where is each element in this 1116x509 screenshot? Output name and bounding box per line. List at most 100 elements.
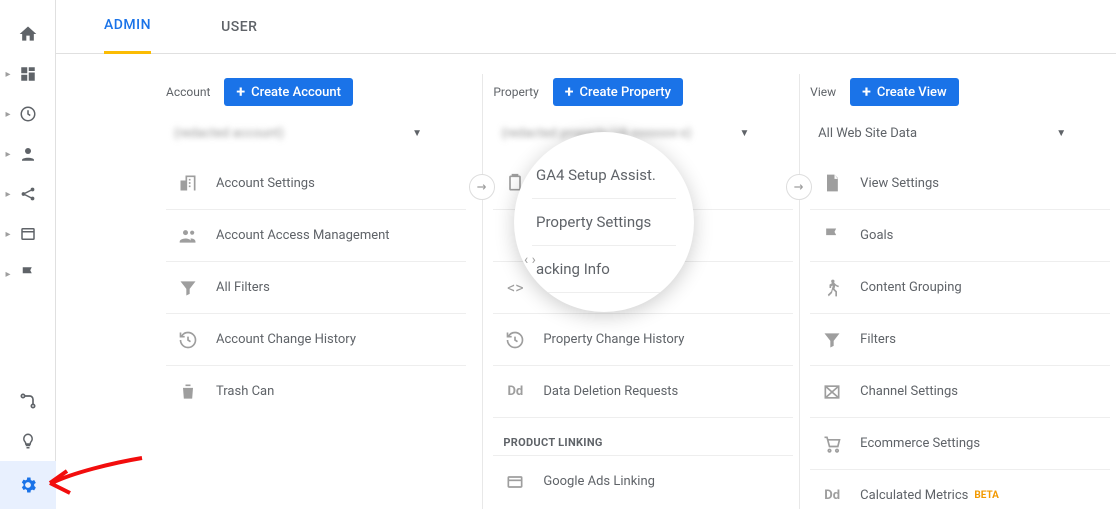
nav-attribution[interactable] (0, 381, 56, 421)
lens-row: Property Settings (532, 199, 676, 246)
person-walk-icon (820, 276, 844, 300)
dd-icon: Dd (820, 484, 844, 508)
trash-icon (176, 380, 200, 404)
create-account-button[interactable]: + Create Account (224, 78, 353, 106)
tab-admin[interactable]: ADMIN (104, 0, 151, 54)
all-filters[interactable]: All Filters (166, 261, 466, 313)
chevron-down-icon: ▼ (412, 128, 422, 139)
goals[interactable]: Goals (810, 209, 1110, 261)
nav-conversions[interactable]: ▸ (0, 254, 56, 294)
tab-bar: ADMIN USER (56, 0, 1116, 54)
chevron-down-icon: ▼ (739, 128, 749, 139)
clock-icon (19, 105, 37, 123)
menuitem-label: Filters (860, 332, 896, 347)
create-view-label: Create View (877, 85, 947, 100)
plus-icon: + (236, 84, 245, 100)
menuitem-label: Calculated Metrics (860, 488, 968, 503)
people-icon (176, 224, 200, 248)
content-grouping[interactable]: Content Grouping (810, 261, 1110, 313)
menuitem-label: Trash Can (216, 384, 274, 399)
view-filters[interactable]: Filters (810, 313, 1110, 365)
account-label: Account (166, 85, 210, 99)
nav-discover[interactable] (0, 421, 56, 461)
path-icon (18, 391, 38, 411)
home-icon (18, 24, 38, 44)
trash-can[interactable]: Trash Can (166, 365, 466, 417)
cart-icon (820, 432, 844, 456)
nav-home[interactable] (0, 14, 56, 54)
magnifier-annotation: GA4 Setup Assist. Property Settings acki… (514, 132, 694, 312)
nav-audience[interactable]: ▸ (0, 134, 56, 174)
swap-icon (792, 180, 806, 194)
account-access-management[interactable]: Account Access Management (166, 209, 466, 261)
menuitem-label: Account Change History (216, 332, 356, 347)
lens-row: acking Info (532, 246, 676, 293)
view-dropdown[interactable]: All Web Site Data ▼ (810, 120, 1070, 147)
product-linking-label: PRODUCT LINKING (493, 417, 793, 455)
swap-account-property-button[interactable] (469, 174, 495, 200)
account-dropdown[interactable]: (redacted account) ▼ (166, 120, 426, 147)
menuitem-label: All Filters (216, 280, 270, 295)
property-label: Property (493, 85, 538, 99)
file-icon (820, 171, 844, 195)
caret-right-icon: ▸ (6, 269, 11, 280)
menuitem-label: Ecommerce Settings (860, 436, 980, 451)
menuitem-label: Goals (860, 228, 893, 243)
menuitem-label: Account Settings (216, 176, 315, 191)
history-icon (503, 328, 527, 352)
account-column: Account + Create Account (redacted accou… (166, 74, 482, 509)
nav-acquisition[interactable]: ▸ (0, 174, 56, 214)
view-dropdown-value: All Web Site Data (818, 126, 917, 141)
create-view-button[interactable]: + Create View (850, 78, 959, 106)
caret-right-icon: ▸ (6, 69, 11, 80)
view-label: View (810, 85, 836, 99)
channel-icon (820, 380, 844, 404)
account-settings[interactable]: Account Settings (166, 157, 466, 209)
chevron-down-icon: ▼ (1056, 128, 1066, 139)
code-icon: <> (503, 276, 527, 300)
create-account-label: Create Account (251, 85, 341, 100)
lens-row: GA4 Setup Assist. (532, 152, 676, 199)
menuitem-label: Property Change History (543, 332, 684, 347)
channel-settings[interactable]: Channel Settings (810, 365, 1110, 417)
building-icon (176, 171, 200, 195)
flag-icon (820, 224, 844, 248)
swap-property-view-button[interactable] (786, 174, 812, 200)
menuitem-label: Account Access Management (216, 228, 390, 243)
caret-right-icon: ▸ (6, 189, 11, 200)
funnel-icon (820, 328, 844, 352)
nav-realtime[interactable]: ▸ (0, 94, 56, 134)
bulb-icon (19, 432, 37, 450)
tab-user[interactable]: USER (221, 0, 257, 54)
menuitem-label: Channel Settings (860, 384, 958, 399)
data-deletion-requests[interactable]: Dd Data Deletion Requests (493, 365, 793, 417)
view-settings[interactable]: View Settings (810, 157, 1110, 209)
nav-customize[interactable]: ▸ (0, 54, 56, 94)
menuitem-label: Content Grouping (860, 280, 962, 295)
person-icon (19, 145, 37, 163)
swap-icon (475, 180, 489, 194)
lens-arrows-icon: ‹ › (524, 252, 536, 268)
ecommerce-settings[interactable]: Ecommerce Settings (810, 417, 1110, 469)
menuitem-label: Google Ads Linking (543, 474, 655, 489)
caret-right-icon: ▸ (6, 229, 11, 240)
account-change-history[interactable]: Account Change History (166, 313, 466, 365)
create-property-button[interactable]: + Create Property (553, 78, 683, 106)
plus-icon: + (565, 84, 574, 100)
flag-icon (19, 265, 37, 283)
calculated-metrics[interactable]: Dd Calculated Metrics BETA (810, 469, 1110, 509)
nav-admin[interactable] (0, 461, 56, 509)
plus-icon: + (862, 84, 871, 100)
left-nav: ▸ ▸ ▸ ▸ ▸ ▸ (0, 0, 56, 509)
beta-badge: BETA (974, 490, 999, 501)
google-ads-linking[interactable]: Google Ads Linking (493, 455, 793, 507)
gear-icon (18, 475, 38, 495)
funnel-icon (176, 276, 200, 300)
history-icon (176, 328, 200, 352)
caret-right-icon: ▸ (6, 149, 11, 160)
nav-behavior[interactable]: ▸ (0, 214, 56, 254)
view-column: View + Create View All Web Site Data ▼ V… (799, 74, 1116, 509)
dashboard-icon (19, 65, 37, 83)
property-change-history[interactable]: Property Change History (493, 313, 793, 365)
dd-icon: Dd (503, 380, 527, 404)
